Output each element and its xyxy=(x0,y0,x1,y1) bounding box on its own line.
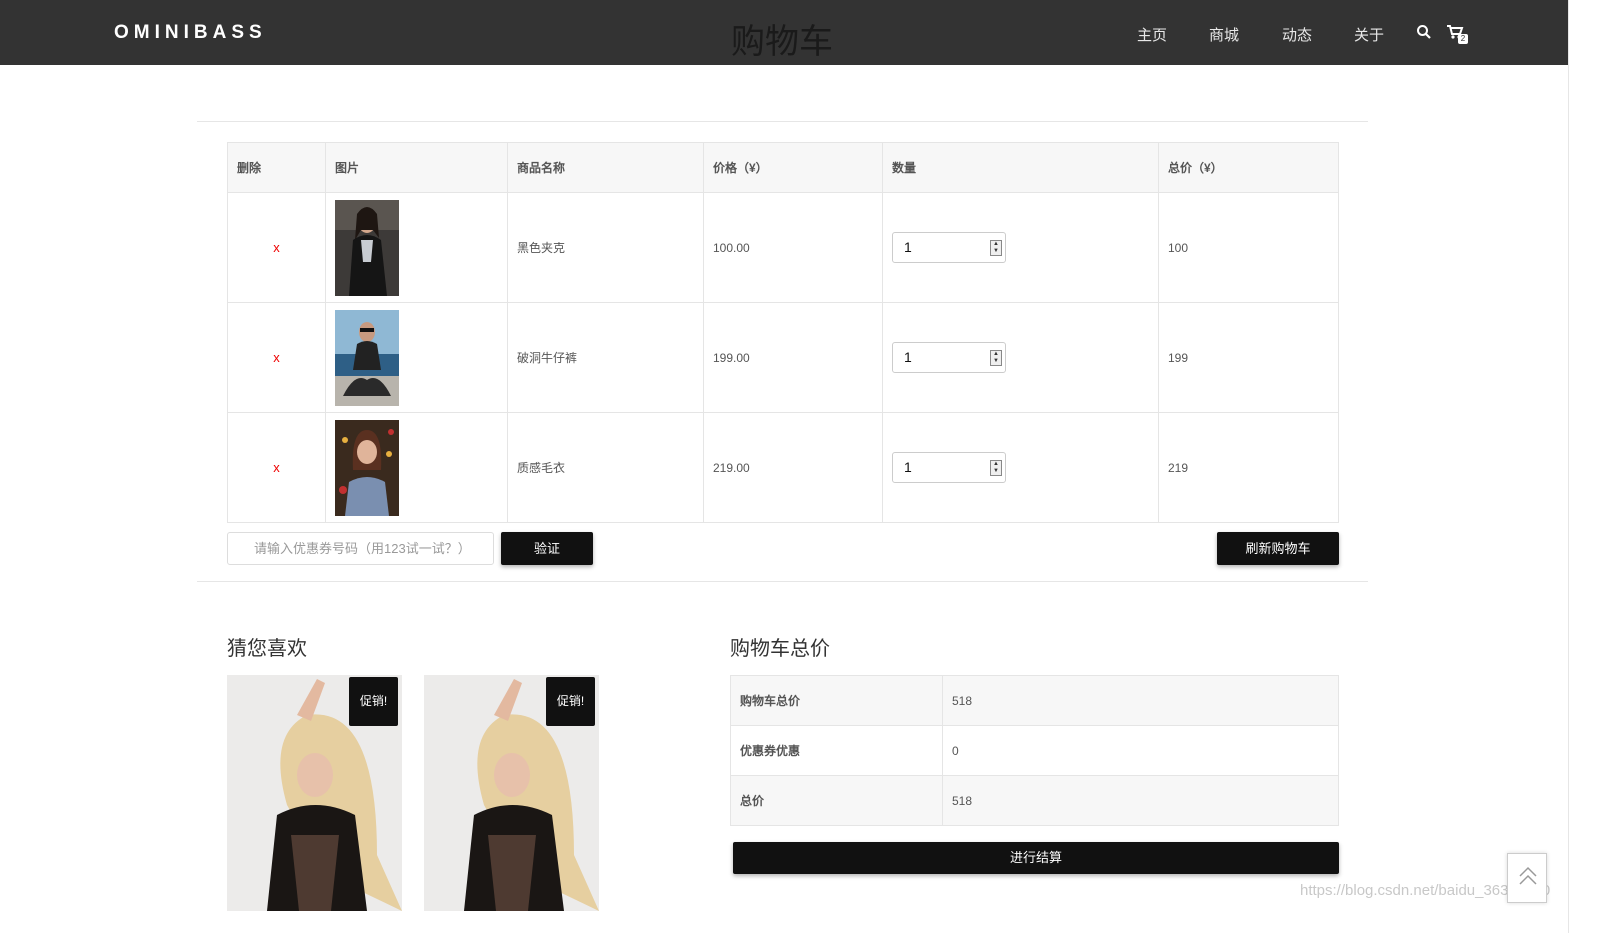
cart-total-title: 购物车总价 xyxy=(730,636,830,660)
product-image-cell xyxy=(325,192,508,303)
spinner-arrows-icon[interactable]: ▲ ▼ xyxy=(990,350,1002,366)
nav-shop[interactable]: 商城 xyxy=(1209,24,1239,45)
quantity-value: 1 xyxy=(904,239,912,255)
quantity-stepper[interactable]: 1 ▲ ▼ xyxy=(892,452,1006,483)
nav-news[interactable]: 动态 xyxy=(1282,24,1312,45)
product-name[interactable]: 破洞牛仔裤 xyxy=(507,302,704,413)
quantity-value: 1 xyxy=(904,349,912,365)
top-navbar: OMINIBASS 购物车 主页 商城 动态 关于 2 xyxy=(0,0,1568,65)
product-price: 219.00 xyxy=(703,412,883,523)
col-header-price: 价格（¥） xyxy=(703,142,883,193)
divider xyxy=(197,581,1368,582)
col-header-image: 图片 xyxy=(325,142,508,193)
promo-badge: 促销! xyxy=(349,677,398,726)
recommend-title: 猜您喜欢 xyxy=(227,636,307,660)
col-header-total: 总价（¥） xyxy=(1158,142,1339,193)
table-row: x 破洞牛仔裤 199.00 1 ▲ ▼ 199 xyxy=(227,302,1339,413)
totals-row: 优惠券优惠 0 xyxy=(730,725,1339,776)
qty-cell: 1 ▲ ▼ xyxy=(882,302,1159,413)
table-row: x 黑色夹克 100.00 1 ▲ ▼ 100 xyxy=(227,192,1339,303)
brand-logo[interactable]: OMINIBASS xyxy=(114,22,267,44)
col-header-remove: 删除 xyxy=(227,142,326,193)
verify-coupon-button[interactable]: 验证 xyxy=(501,532,593,565)
product-total: 100 xyxy=(1158,192,1339,303)
remove-item-button[interactable]: x xyxy=(227,412,326,523)
product-total: 199 xyxy=(1158,302,1339,413)
totals-row: 购物车总价 518 xyxy=(730,675,1339,726)
product-price: 100.00 xyxy=(703,192,883,303)
chevron-up-icon xyxy=(1519,866,1537,885)
quantity-stepper[interactable]: 1 ▲ ▼ xyxy=(892,232,1006,263)
subtotal-label: 购物车总价 xyxy=(730,675,943,726)
subtotal-value: 518 xyxy=(942,675,1339,726)
cart-totals-table: 购物车总价 518 优惠券优惠 0 总价 518 xyxy=(730,675,1339,826)
cart-count-badge: 2 xyxy=(1458,34,1468,44)
table-row: x 质感毛衣 219.00 1 ▲ ▼ 219 xyxy=(227,412,1339,523)
divider xyxy=(197,121,1368,122)
back-to-top-button[interactable] xyxy=(1507,853,1547,903)
table-header-row: 删除 图片 商品名称 价格（¥） 数量 总价（¥） xyxy=(227,142,1339,193)
cart-table: 删除 图片 商品名称 价格（¥） 数量 总价（¥） x 黑色夹克 100.00 … xyxy=(227,142,1339,523)
col-header-qty: 数量 xyxy=(882,142,1159,193)
grand-total-value: 518 xyxy=(942,775,1339,826)
qty-cell: 1 ▲ ▼ xyxy=(882,192,1159,303)
discount-value: 0 xyxy=(942,725,1339,776)
checkout-button[interactable]: 进行结算 xyxy=(733,842,1339,874)
grand-total-label: 总价 xyxy=(730,775,943,826)
col-header-name: 商品名称 xyxy=(507,142,704,193)
quantity-value: 1 xyxy=(904,459,912,475)
remove-item-button[interactable]: x xyxy=(227,192,326,303)
product-price: 199.00 xyxy=(703,302,883,413)
product-total: 219 xyxy=(1158,412,1339,523)
promo-badge: 促销! xyxy=(546,677,595,726)
qty-cell: 1 ▲ ▼ xyxy=(882,412,1159,523)
spinner-arrows-icon[interactable]: ▲ ▼ xyxy=(990,240,1002,256)
product-thumbnail[interactable] xyxy=(335,199,399,296)
product-name[interactable]: 质感毛衣 xyxy=(507,412,704,523)
nav-about[interactable]: 关于 xyxy=(1354,24,1384,45)
refresh-cart-button[interactable]: 刷新购物车 xyxy=(1217,532,1339,565)
product-thumbnail[interactable] xyxy=(335,309,399,406)
discount-label: 优惠券优惠 xyxy=(730,725,943,776)
page-title: 购物车 xyxy=(731,22,833,62)
search-icon[interactable] xyxy=(1416,24,1432,45)
product-image-cell xyxy=(325,412,508,523)
remove-item-button[interactable]: x xyxy=(227,302,326,413)
product-thumbnail[interactable] xyxy=(335,419,399,516)
product-image-cell xyxy=(325,302,508,413)
quantity-stepper[interactable]: 1 ▲ ▼ xyxy=(892,342,1006,373)
page-scrollbar[interactable] xyxy=(1568,0,1607,933)
product-name[interactable]: 黑色夹克 xyxy=(507,192,704,303)
totals-row: 总价 518 xyxy=(730,775,1339,826)
spinner-arrows-icon[interactable]: ▲ ▼ xyxy=(990,460,1002,476)
nav-home[interactable]: 主页 xyxy=(1137,24,1167,45)
coupon-input[interactable]: 请输入优惠券号码（用123试一试？） xyxy=(227,532,494,565)
